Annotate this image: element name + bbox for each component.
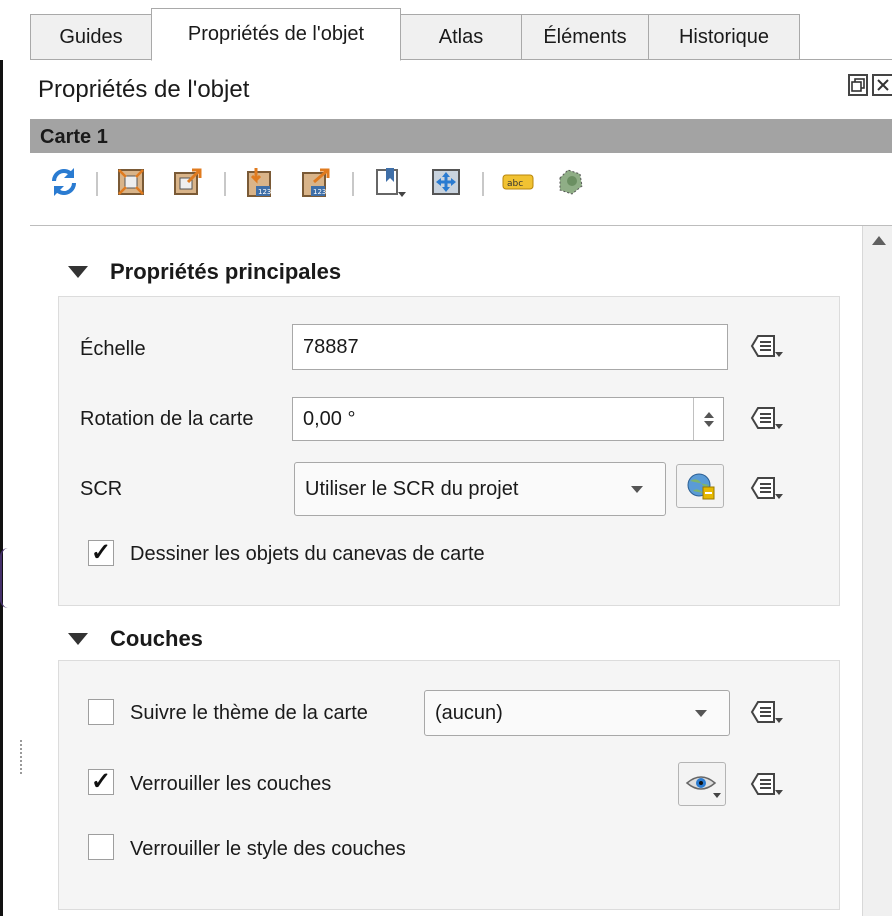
theme-value: (aucun) [435,701,503,724]
crs-value: Utiliser le SCR du projet [305,477,519,500]
chevron-down-icon [631,486,643,493]
edge-artifact [0,548,10,608]
resize-handle[interactable] [20,740,24,774]
panel-title: Propriétés de l'objet [38,76,250,103]
tab-atlas[interactable]: Atlas [400,14,522,60]
theme-combobox[interactable]: (aucun) [424,690,730,736]
group-header-main[interactable]: Propriétés principales [68,259,341,285]
follow-theme-label: Suivre le thème de la carte [130,702,368,724]
lock-styles-checkbox[interactable] [88,834,114,860]
rotation-label: Rotation de la carte [80,408,254,430]
lock-layers-label: Verrouiller les couches [130,773,332,795]
group-header-layers[interactable]: Couches [68,626,203,652]
eye-button[interactable] [678,762,726,806]
crs-selector-button[interactable] [676,464,724,508]
content-divider [30,225,892,226]
collapse-triangle-icon[interactable] [68,266,88,278]
spin-buttons[interactable] [693,398,723,440]
item-header: Carte 1 [30,119,892,153]
vertical-scrollbar[interactable] [862,226,892,916]
close-panel-icon[interactable] [872,74,892,96]
tab-history[interactable]: Historique [648,14,800,60]
rotation-value: 0,00 ° [303,407,356,430]
chevron-down-icon [695,710,707,717]
svg-text:abc: abc [507,179,523,189]
view-scale-icon[interactable]: 123 [298,164,334,200]
label-icon[interactable]: abc [500,164,536,200]
data-defined-override-icon[interactable] [748,404,784,434]
data-defined-override-icon[interactable] [748,332,784,362]
refresh-icon[interactable] [46,164,82,200]
follow-theme-checkbox[interactable] [88,699,114,725]
draw-items-checkbox[interactable]: ✓ [88,540,114,566]
collapse-triangle-icon[interactable] [68,633,88,645]
tab-bar: Guides Propriétés de l'objet Atlas Éléme… [0,0,892,61]
svg-text:123: 123 [313,188,326,196]
bookmark-icon[interactable] [372,164,408,200]
rotation-spinbox[interactable]: 0,00 ° [292,397,724,441]
move-content-icon[interactable] [428,164,464,200]
group-title: Couches [110,626,203,651]
scroll-up-arrow-icon[interactable] [872,236,886,245]
tab-item-properties[interactable]: Propriétés de l'objet [151,8,401,61]
tab-guides[interactable]: Guides [30,14,152,60]
toolbar-separator [482,172,484,196]
set-scale-icon[interactable]: 123 [242,164,278,200]
set-extent-icon[interactable] [114,164,150,200]
lock-layers-checkbox[interactable]: ✓ [88,769,114,795]
toolbar-separator [96,172,98,196]
float-panel-icon[interactable] [848,74,868,96]
data-defined-override-icon[interactable] [748,770,784,800]
tab-items[interactable]: Éléments [521,14,649,60]
data-defined-override-icon[interactable] [748,698,784,728]
svg-text:123: 123 [258,188,271,196]
lock-styles-label: Verrouiller le style des couches [130,838,406,860]
spin-down-icon[interactable] [703,420,714,427]
crs-combobox[interactable]: Utiliser le SCR du projet [294,462,666,516]
item-name: Carte 1 [40,126,108,148]
view-extent-icon[interactable] [170,164,206,200]
toolbar-separator [352,172,354,196]
spin-up-icon[interactable] [703,411,714,418]
map-toolbar: 123 123 abc [30,160,630,210]
scale-label: Échelle [80,338,146,360]
scale-input[interactable]: 78887 [292,324,728,370]
draw-items-label: Dessiner les objets du canevas de carte [130,543,485,565]
clip-icon[interactable] [552,164,588,200]
crs-label: SCR [80,478,123,500]
group-title: Propriétés principales [110,259,342,284]
toolbar-separator [224,172,226,196]
data-defined-override-icon[interactable] [748,474,784,504]
